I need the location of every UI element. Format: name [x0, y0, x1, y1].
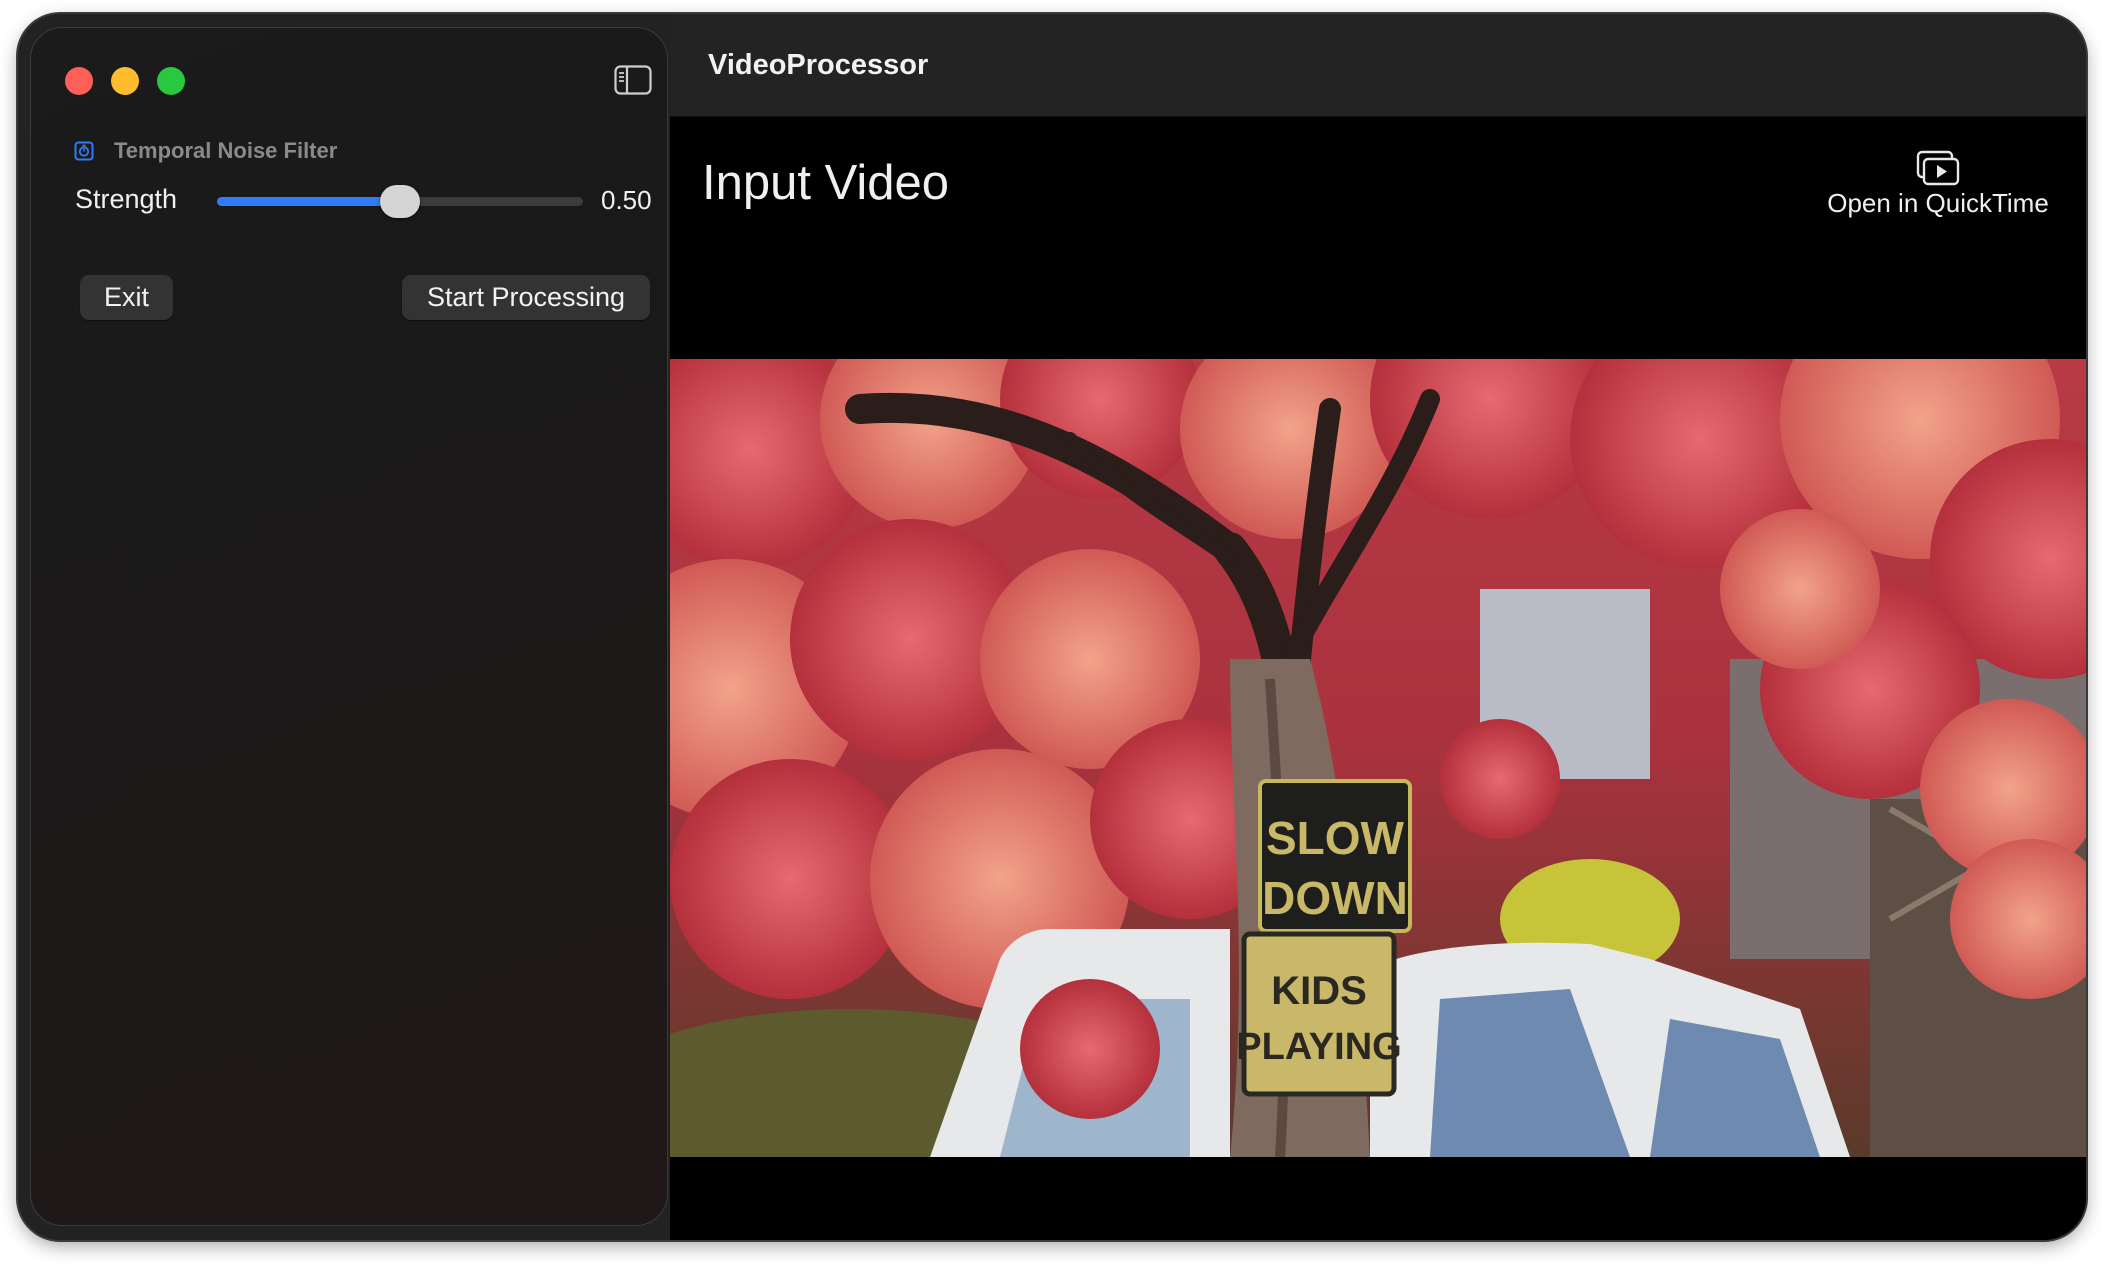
app-window: Temporal Noise Filter Strength 0.50 Exit…	[18, 14, 2086, 1240]
zoom-window-button[interactable]	[157, 67, 185, 95]
sign-text-slow: SLOW	[1266, 812, 1405, 864]
strength-slider-fill	[217, 197, 400, 206]
sign-text-playing: PLAYING	[1236, 1026, 1401, 1068]
strength-slider-thumb[interactable]	[380, 185, 420, 218]
sidebar: Temporal Noise Filter Strength 0.50 Exit…	[30, 27, 668, 1226]
window-title: VideoProcessor	[708, 49, 929, 81]
strength-label: Strength	[75, 184, 178, 214]
main-content: Input Video Open in QuickTime SLOW DOWN …	[670, 117, 2086, 1240]
sidebar-left-icon[interactable]	[614, 65, 652, 95]
noise-filter-icon	[74, 141, 94, 161]
exit-button[interactable]: Exit	[80, 275, 173, 320]
filter-title: Temporal Noise Filter	[114, 138, 338, 163]
quicktime-label: Open in QuickTime	[1827, 188, 2049, 218]
sign-text-down: DOWN	[1262, 872, 1408, 924]
filter-section-header: Temporal Noise Filter	[74, 136, 337, 166]
close-window-button[interactable]	[65, 67, 93, 95]
video-frame-image: SLOW DOWN KIDS PLAYING	[670, 359, 2086, 1157]
strength-value: 0.50	[601, 185, 652, 215]
section-title: Input Video	[702, 156, 950, 210]
input-video-frame[interactable]: SLOW DOWN KIDS PLAYING	[670, 359, 2086, 1157]
open-in-quicktime-button[interactable]: Open in QuickTime	[1818, 150, 2058, 219]
strength-slider[interactable]	[217, 185, 583, 218]
start-processing-button[interactable]: Start Processing	[402, 275, 650, 320]
minimize-window-button[interactable]	[111, 67, 139, 95]
play-in-window-icon	[1916, 150, 1960, 186]
sign-text-kids: KIDS	[1271, 969, 1367, 1013]
titlebar: VideoProcessor	[670, 14, 2086, 117]
